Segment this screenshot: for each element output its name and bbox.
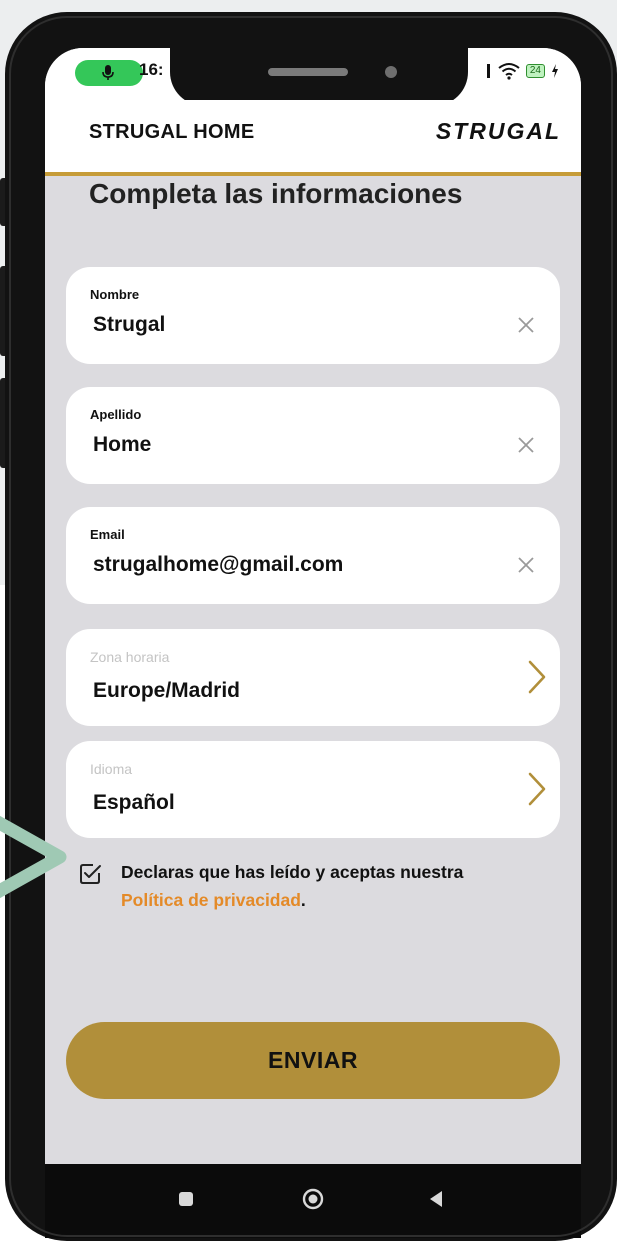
system-nav-bar xyxy=(45,1164,581,1238)
checkbox-checked-icon[interactable] xyxy=(78,862,102,886)
clear-icon[interactable] xyxy=(512,311,540,339)
consent-statement: Declaras que has leído y aceptas nuestra xyxy=(121,862,464,882)
chevron-right-icon[interactable] xyxy=(524,657,550,697)
brand-logo: STRUGAL xyxy=(435,118,561,144)
camera-notch xyxy=(170,48,468,106)
timezone-select[interactable]: Zona horaria Europe/Madrid xyxy=(66,629,560,726)
charging-icon xyxy=(552,64,558,78)
status-icons: 24 xyxy=(486,62,559,80)
clear-icon[interactable] xyxy=(512,431,540,459)
clear-icon[interactable] xyxy=(512,551,540,579)
page-title: Completa las informaciones xyxy=(89,178,463,209)
consent-text: Declaras que has leído y aceptas nuestra… xyxy=(121,858,561,914)
front-camera xyxy=(385,66,397,78)
field-value[interactable]: Home xyxy=(93,433,151,457)
privacy-policy-link[interactable]: Política de privacidad xyxy=(121,890,301,910)
field-label: Zona horaria xyxy=(90,649,170,665)
app-bar: STRUGAL HOME STRUGAL xyxy=(45,100,581,176)
battery-icon: 24 xyxy=(525,64,545,78)
phone-frame: 16: 24 STRUGAL HOME STRUGAL Completa las… xyxy=(5,12,617,1241)
nombre-field[interactable]: Nombre Strugal xyxy=(66,267,560,364)
field-value: Español xyxy=(93,791,175,814)
consent-suffix: . xyxy=(300,890,306,910)
home-icon[interactable] xyxy=(298,1184,328,1214)
status-time: 16: xyxy=(139,60,164,79)
apellido-field[interactable]: Apellido Home xyxy=(66,387,560,484)
microphone-icon xyxy=(102,65,114,80)
wifi-icon xyxy=(498,63,520,80)
field-value[interactable]: Strugal xyxy=(93,313,165,337)
field-label: Idioma xyxy=(90,761,133,777)
app-screen: 16: 24 STRUGAL HOME STRUGAL Completa las… xyxy=(45,48,581,1238)
signal-icon xyxy=(486,64,490,78)
speaker-grille xyxy=(268,68,348,76)
field-label: Email xyxy=(90,527,125,542)
field-label: Apellido xyxy=(90,407,142,422)
email-field[interactable]: Email strugalhome@gmail.com xyxy=(66,507,560,604)
app-title: STRUGAL HOME xyxy=(89,121,255,143)
field-value[interactable]: strugalhome@gmail.com xyxy=(93,553,343,577)
field-value: Europe/Madrid xyxy=(93,679,241,702)
back-icon[interactable] xyxy=(421,1184,451,1214)
recents-icon[interactable] xyxy=(171,1184,201,1214)
mic-indicator xyxy=(75,60,143,86)
language-select[interactable]: Idioma Español xyxy=(66,741,560,838)
privacy-consent: Declaras que has leído y aceptas nuestra… xyxy=(78,858,558,918)
submit-button[interactable]: ENVIAR xyxy=(66,1022,560,1099)
field-label: Nombre xyxy=(90,287,140,302)
chevron-right-icon[interactable] xyxy=(524,769,550,809)
arrow-pointer-icon xyxy=(0,815,67,899)
